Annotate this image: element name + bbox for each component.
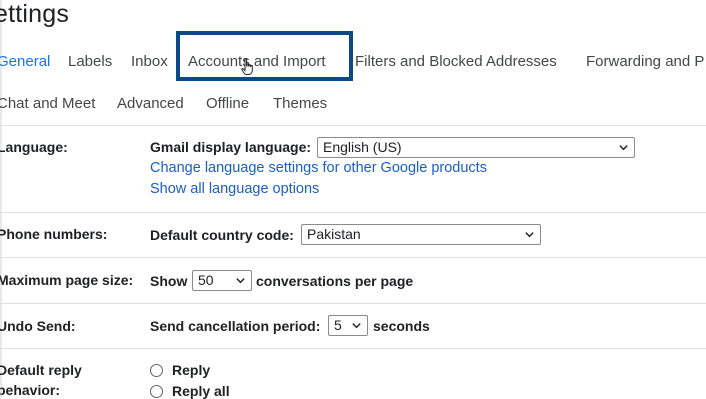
- display-language-label: Gmail display language:: [150, 139, 312, 155]
- tab-filters-and-blocked-addresses[interactable]: Filters and Blocked Addresses: [355, 53, 557, 70]
- tab-labels[interactable]: Labels: [68, 53, 112, 70]
- undo-send-label: Undo Send:: [0, 318, 76, 334]
- chevron-down-icon: [236, 278, 245, 284]
- tab-themes[interactable]: Themes: [273, 95, 327, 112]
- country-code-select[interactable]: Pakistan: [301, 224, 541, 245]
- section-divider: [0, 257, 706, 258]
- tabs-divider: [0, 125, 706, 126]
- tab-chat-and-meet[interactable]: Chat and Meet: [0, 95, 95, 112]
- max-page-size-label: Maximum page size:: [0, 272, 134, 288]
- reply-radio[interactable]: [150, 364, 163, 377]
- reply-all-radio[interactable]: [150, 385, 163, 398]
- cancellation-period-select[interactable]: 5: [328, 315, 368, 336]
- tab-general[interactable]: General: [0, 53, 50, 70]
- section-divider: [0, 348, 706, 349]
- seconds-text: seconds: [373, 318, 430, 334]
- phone-numbers-label: Phone numbers:: [0, 226, 108, 242]
- language-label: Language:: [0, 139, 68, 155]
- chevron-down-icon: [525, 232, 534, 238]
- default-reply-label-line2: behavior:: [0, 382, 61, 398]
- cancellation-period-value: 5: [334, 317, 342, 333]
- language-select[interactable]: English (US): [317, 137, 635, 158]
- page-title: ettings: [0, 0, 70, 28]
- page-size-show-text: Show: [150, 273, 188, 289]
- tab-accounts-and-import[interactable]: Accounts and Import: [188, 53, 326, 70]
- tab-inbox[interactable]: Inbox: [131, 53, 168, 70]
- hand-pointer-icon: [241, 58, 253, 75]
- section-divider: [0, 212, 706, 213]
- page-size-suffix-text: conversations per page: [256, 273, 414, 289]
- language-select-value: English (US): [323, 139, 402, 155]
- country-code-value: Pakistan: [307, 226, 361, 242]
- tab-offline[interactable]: Offline: [206, 95, 249, 112]
- chevron-down-icon: [619, 145, 628, 151]
- reply-radio-label: Reply: [172, 362, 211, 378]
- default-reply-label-line1: Default reply: [0, 362, 82, 378]
- page-size-value: 50: [198, 272, 214, 288]
- change-language-link[interactable]: Change language settings for other Googl…: [150, 160, 487, 176]
- tab-advanced[interactable]: Advanced: [117, 95, 184, 112]
- show-all-languages-link[interactable]: Show all language options: [150, 181, 319, 197]
- tab-forwarding[interactable]: Forwarding and P: [586, 53, 704, 70]
- section-divider: [0, 303, 706, 304]
- page-size-select[interactable]: 50: [192, 270, 252, 291]
- default-country-code-label: Default country code:: [150, 227, 294, 243]
- chevron-down-icon: [352, 323, 361, 329]
- send-cancellation-period-label: Send cancellation period:: [150, 318, 321, 334]
